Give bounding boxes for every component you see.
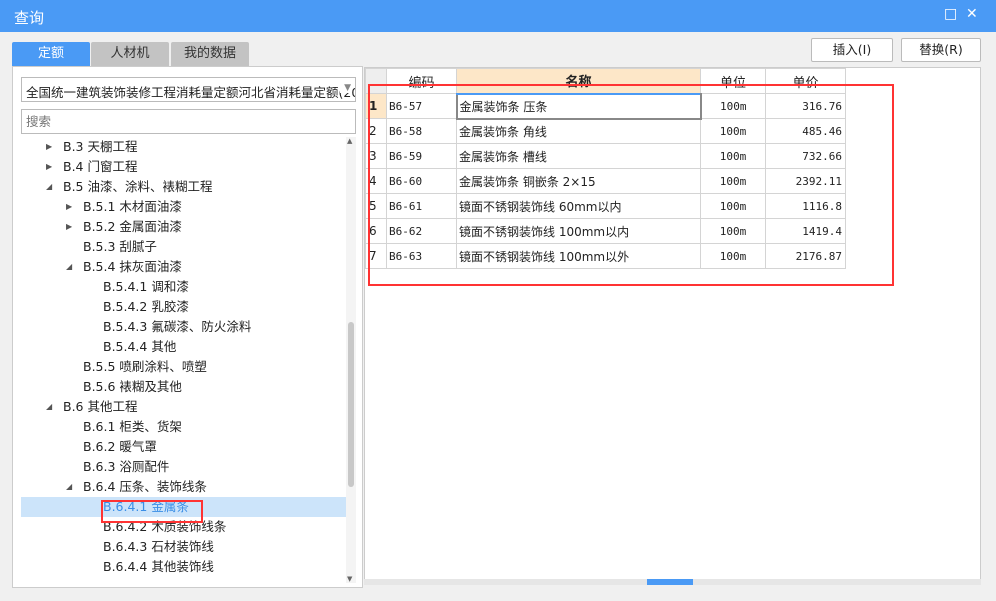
scroll-thumb[interactable] bbox=[348, 322, 354, 487]
highlight-box-table bbox=[368, 84, 894, 286]
tree-item-label: B.6 其他工程 bbox=[63, 399, 138, 414]
tree-item[interactable]: B.5.3 刮腻子 bbox=[21, 237, 346, 257]
tree-item[interactable]: ◢ B.5 油漆、涂料、裱糊工程 bbox=[21, 177, 346, 197]
scroll-handle[interactable] bbox=[647, 579, 693, 585]
tab-materials[interactable]: 人材机 bbox=[91, 42, 169, 66]
tab-quota[interactable]: 定额 bbox=[12, 42, 90, 66]
window-title: 查询 bbox=[14, 9, 45, 27]
tree-item-label: B.6.2 暖气罩 bbox=[83, 439, 157, 454]
scroll-up-icon[interactable]: ▲ bbox=[347, 137, 352, 145]
tree-item-label: B.5.5 喷刷涂料、喷塑 bbox=[83, 359, 207, 374]
highlight-box-tree bbox=[101, 500, 203, 523]
tree-item-label: B.6.4.3 石材装饰线 bbox=[103, 539, 214, 554]
tree-item[interactable]: ▶ B.5.1 木材面油漆 bbox=[21, 197, 346, 217]
tree-item-label: B.4 门窗工程 bbox=[63, 159, 138, 174]
tree-item[interactable]: B.6.2 暖气罩 bbox=[21, 437, 346, 457]
replace-button[interactable]: 替换(R) bbox=[901, 38, 981, 62]
tree-item-label: B.5 油漆、涂料、裱糊工程 bbox=[63, 179, 213, 194]
tree-item[interactable]: ▶ B.4 门窗工程 bbox=[21, 157, 346, 177]
expand-arrow-icon[interactable]: ▶ bbox=[46, 137, 52, 157]
collapse-arrow-icon[interactable]: ◢ bbox=[66, 257, 72, 277]
tree-item-label: B.5.4.4 其他 bbox=[103, 339, 177, 354]
tree-item-label: B.6.4.4 其他装饰线 bbox=[103, 559, 214, 574]
expand-arrow-icon[interactable]: ▶ bbox=[66, 217, 72, 237]
tree-item[interactable]: B.5.6 裱糊及其他 bbox=[21, 377, 346, 397]
tree-item[interactable]: B.6.3 浴厕配件 bbox=[21, 457, 346, 477]
maximize-icon[interactable]: □ bbox=[944, 6, 957, 22]
collapse-arrow-icon[interactable]: ◢ bbox=[46, 177, 52, 197]
tree-item-label: B.5.3 刮腻子 bbox=[83, 239, 157, 254]
tree-item[interactable]: B.6.1 柜类、货架 bbox=[21, 417, 346, 437]
tree-item-label: B.5.4.3 氟碳漆、防火涂料 bbox=[103, 319, 252, 334]
tab-my-data[interactable]: 我的数据 bbox=[171, 42, 249, 66]
tree-item[interactable]: B.5.4.3 氟碳漆、防火涂料 bbox=[21, 317, 346, 337]
collapse-arrow-icon[interactable]: ◢ bbox=[66, 477, 72, 497]
tree-item-label: B.5.4 抹灰面油漆 bbox=[83, 259, 182, 274]
tree-item[interactable]: B.5.4.4 其他 bbox=[21, 337, 346, 357]
title-bar: 查询 □ ✕ bbox=[0, 0, 996, 32]
tree-item[interactable]: B.5.4.2 乳胶漆 bbox=[21, 297, 346, 317]
tree-item-label: B.5.4.2 乳胶漆 bbox=[103, 299, 189, 314]
tree-item[interactable]: B.6.4.3 石材装饰线 bbox=[21, 537, 346, 557]
tree-item-label: B.5.1 木材面油漆 bbox=[83, 199, 182, 214]
tree-item[interactable]: ▶ B.3 天棚工程 bbox=[21, 137, 346, 157]
grid-scrollbar[interactable] bbox=[364, 579, 981, 585]
close-icon[interactable]: ✕ bbox=[966, 6, 978, 22]
tree-item-label: B.5.6 裱糊及其他 bbox=[83, 379, 182, 394]
tree-item-label: B.3 天棚工程 bbox=[63, 139, 138, 154]
tree-scrollbar[interactable]: ▲ ▼ bbox=[346, 137, 356, 583]
tree-item-label: B.6.4 压条、装饰线条 bbox=[83, 479, 207, 494]
tree-item[interactable]: ▶ B.5.2 金属面油漆 bbox=[21, 217, 346, 237]
tree-item[interactable]: ◢ B.5.4 抹灰面油漆 bbox=[21, 257, 346, 277]
tree-item[interactable]: B.5.5 喷刷涂料、喷塑 bbox=[21, 357, 346, 377]
tree-item[interactable]: ◢ B.6 其他工程 bbox=[21, 397, 346, 417]
insert-button[interactable]: 插入(I) bbox=[811, 38, 893, 62]
chevron-down-icon: ▼ bbox=[340, 83, 351, 93]
collapse-arrow-icon[interactable]: ◢ bbox=[46, 397, 52, 417]
tree-item[interactable]: B.5.4.1 调和漆 bbox=[21, 277, 346, 297]
tree-item-label: B.6.1 柜类、货架 bbox=[83, 419, 182, 434]
library-select[interactable]: 全国统一建筑装饰装修工程消耗量定额河北省消耗量定额(2012) ▼ bbox=[21, 77, 356, 102]
library-value: 全国统一建筑装饰装修工程消耗量定额河北省消耗量定额(2012) bbox=[26, 85, 356, 100]
tree-item-label: B.5.4.1 调和漆 bbox=[103, 279, 189, 294]
tree-item-label: B.5.2 金属面油漆 bbox=[83, 219, 182, 234]
tree-item-label: B.6.3 浴厕配件 bbox=[83, 459, 170, 474]
tree-item[interactable]: ◢ B.6.4 压条、装饰线条 bbox=[21, 477, 346, 497]
tree-item[interactable]: B.6.4.4 其他装饰线 bbox=[21, 557, 346, 577]
scroll-down-icon[interactable]: ▼ bbox=[347, 575, 352, 583]
expand-arrow-icon[interactable]: ▶ bbox=[66, 197, 72, 217]
search-input[interactable] bbox=[21, 109, 356, 134]
expand-arrow-icon[interactable]: ▶ bbox=[46, 157, 52, 177]
